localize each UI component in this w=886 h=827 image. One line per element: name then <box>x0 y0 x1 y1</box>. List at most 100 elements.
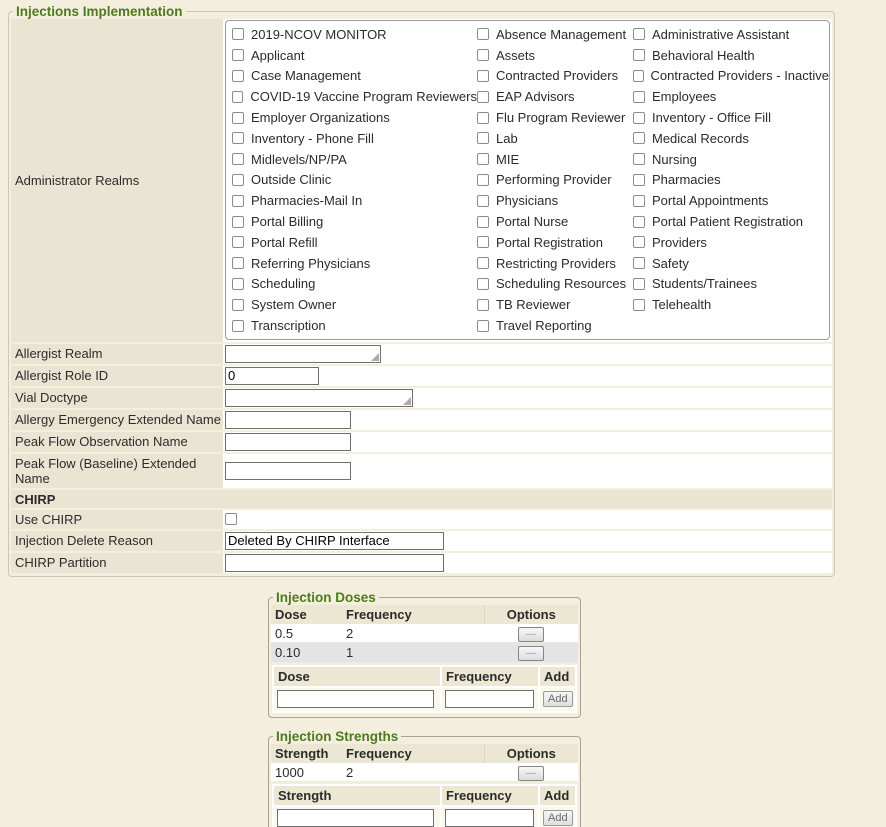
allergist-realm-input[interactable] <box>225 345 381 363</box>
realm-checkbox-item[interactable]: Travel Reporting <box>477 315 633 336</box>
allergist-role-id-input[interactable] <box>225 367 319 385</box>
realm-checkbox[interactable] <box>477 153 489 165</box>
realm-checkbox[interactable] <box>477 174 489 186</box>
realm-checkbox[interactable] <box>633 28 645 40</box>
realm-checkbox[interactable] <box>633 257 645 269</box>
realm-checkbox-item[interactable]: Lab <box>477 128 633 149</box>
realm-checkbox[interactable] <box>633 153 645 165</box>
dose-add-frequency-input[interactable] <box>445 690 534 708</box>
realm-checkbox-item[interactable]: TB Reviewer <box>477 294 633 315</box>
realm-checkbox-item[interactable]: Medical Records <box>633 128 829 149</box>
realm-checkbox[interactable] <box>477 91 489 103</box>
realm-checkbox[interactable] <box>232 174 244 186</box>
realm-checkbox[interactable] <box>633 132 645 144</box>
realm-checkbox-item[interactable]: Outside Clinic <box>232 170 477 191</box>
realm-checkbox-item[interactable]: Performing Provider <box>477 170 633 191</box>
realm-checkbox-item[interactable]: Portal Registration <box>477 232 633 253</box>
realm-checkbox[interactable] <box>477 320 489 332</box>
realm-checkbox-item[interactable]: Scheduling <box>232 274 477 295</box>
realm-checkbox[interactable] <box>477 257 489 269</box>
realm-checkbox[interactable] <box>477 70 489 82</box>
realm-checkbox[interactable] <box>232 70 244 82</box>
realm-checkbox-item[interactable]: MIE <box>477 149 633 170</box>
realm-checkbox[interactable] <box>232 91 243 103</box>
realm-checkbox[interactable] <box>232 132 244 144</box>
realm-checkbox-item[interactable]: Portal Nurse <box>477 211 633 232</box>
realm-checkbox[interactable] <box>633 70 644 82</box>
vial-doctype-input[interactable] <box>225 389 413 407</box>
realm-checkbox[interactable] <box>633 195 645 207</box>
realm-checkbox[interactable] <box>633 174 645 186</box>
realm-checkbox-item[interactable]: Scheduling Resources <box>477 274 633 295</box>
realm-checkbox-item[interactable]: Employees <box>633 86 829 107</box>
dose-add-button[interactable]: Add <box>543 691 573 707</box>
realm-checkbox-item[interactable]: Students/Trainees <box>633 274 829 295</box>
realm-checkbox-item[interactable]: COVID-19 Vaccine Program Reviewers <box>232 86 477 107</box>
realm-checkbox[interactable] <box>633 216 645 228</box>
peak-flow-observation-name-input[interactable] <box>225 433 351 451</box>
realm-checkbox-item[interactable]: Portal Appointments <box>633 190 829 211</box>
realm-checkbox-item[interactable]: Portal Refill <box>232 232 477 253</box>
allergy-emergency-extended-name-input[interactable] <box>225 411 351 429</box>
injection-delete-reason-input[interactable] <box>225 532 444 550</box>
realm-checkbox-item[interactable]: Portal Patient Registration <box>633 211 829 232</box>
realm-checkbox[interactable] <box>633 299 645 311</box>
realm-checkbox[interactable] <box>232 236 244 248</box>
realm-checkbox-item[interactable]: Case Management <box>232 66 477 87</box>
realm-checkbox[interactable] <box>633 278 645 290</box>
realm-checkbox-item[interactable]: Pharmacies <box>633 170 829 191</box>
realm-checkbox[interactable] <box>477 132 489 144</box>
realm-checkbox-item[interactable]: Restricting Providers <box>477 253 633 274</box>
strength-add-strength-input[interactable] <box>277 809 434 827</box>
realm-checkbox[interactable] <box>232 216 244 228</box>
realm-checkbox[interactable] <box>477 236 489 248</box>
realm-checkbox[interactable] <box>477 49 489 61</box>
realm-checkbox[interactable] <box>477 278 489 290</box>
realm-checkbox[interactable] <box>477 299 489 311</box>
use-chirp-checkbox[interactable] <box>225 513 237 525</box>
strength-row-options-button[interactable]: — <box>518 766 544 781</box>
dose-row-options-button[interactable]: — <box>518 627 544 642</box>
realm-checkbox[interactable] <box>232 195 244 207</box>
dose-add-dose-input[interactable] <box>277 690 434 708</box>
realm-checkbox-item[interactable]: Behavioral Health <box>633 45 829 66</box>
realm-checkbox-item[interactable]: 2019-NCOV MONITOR <box>232 24 477 45</box>
realm-checkbox-item[interactable]: Flu Program Reviewer <box>477 107 633 128</box>
peak-flow-baseline-extended-name-input[interactable] <box>225 462 351 480</box>
realm-checkbox-item[interactable]: Midlevels/NP/PA <box>232 149 477 170</box>
realm-checkbox-item[interactable]: Telehealth <box>633 294 829 315</box>
realm-checkbox[interactable] <box>633 112 645 124</box>
realm-checkbox[interactable] <box>633 49 645 61</box>
realm-checkbox-item[interactable]: Administrative Assistant <box>633 24 829 45</box>
strength-add-button[interactable]: Add <box>543 810 573 826</box>
realm-checkbox[interactable] <box>232 257 244 269</box>
realm-checkbox[interactable] <box>232 112 244 124</box>
realm-checkbox-item[interactable]: Assets <box>477 45 633 66</box>
realm-checkbox-item[interactable]: Pharmacies-Mail In <box>232 190 477 211</box>
realm-checkbox[interactable] <box>477 216 489 228</box>
realm-checkbox[interactable] <box>477 112 489 124</box>
realm-checkbox-item[interactable]: Referring Physicians <box>232 253 477 274</box>
realm-checkbox-item[interactable]: Portal Billing <box>232 211 477 232</box>
realm-checkbox[interactable] <box>477 28 489 40</box>
realm-checkbox[interactable] <box>232 320 244 332</box>
realm-checkbox-item[interactable]: Employer Organizations <box>232 107 477 128</box>
realm-checkbox-item[interactable]: Contracted Providers - Inactive <box>633 66 829 87</box>
realm-checkbox[interactable] <box>232 278 244 290</box>
strength-add-frequency-input[interactable] <box>445 809 534 827</box>
realm-checkbox[interactable] <box>477 195 489 207</box>
realm-checkbox-item[interactable]: Providers <box>633 232 829 253</box>
realm-checkbox-item[interactable]: EAP Advisors <box>477 86 633 107</box>
realm-checkbox[interactable] <box>232 49 244 61</box>
realm-checkbox-item[interactable]: System Owner <box>232 294 477 315</box>
realm-checkbox-item[interactable]: Contracted Providers <box>477 66 633 87</box>
realm-checkbox-item[interactable]: Inventory - Phone Fill <box>232 128 477 149</box>
realm-checkbox-item[interactable]: Nursing <box>633 149 829 170</box>
dose-row-options-button[interactable]: — <box>518 646 544 661</box>
realm-checkbox-item[interactable]: Safety <box>633 253 829 274</box>
realm-checkbox-item[interactable]: Inventory - Office Fill <box>633 107 829 128</box>
realm-checkbox[interactable] <box>232 299 244 311</box>
realm-checkbox[interactable] <box>633 91 645 103</box>
realm-checkbox[interactable] <box>232 28 244 40</box>
chirp-partition-input[interactable] <box>225 554 444 572</box>
